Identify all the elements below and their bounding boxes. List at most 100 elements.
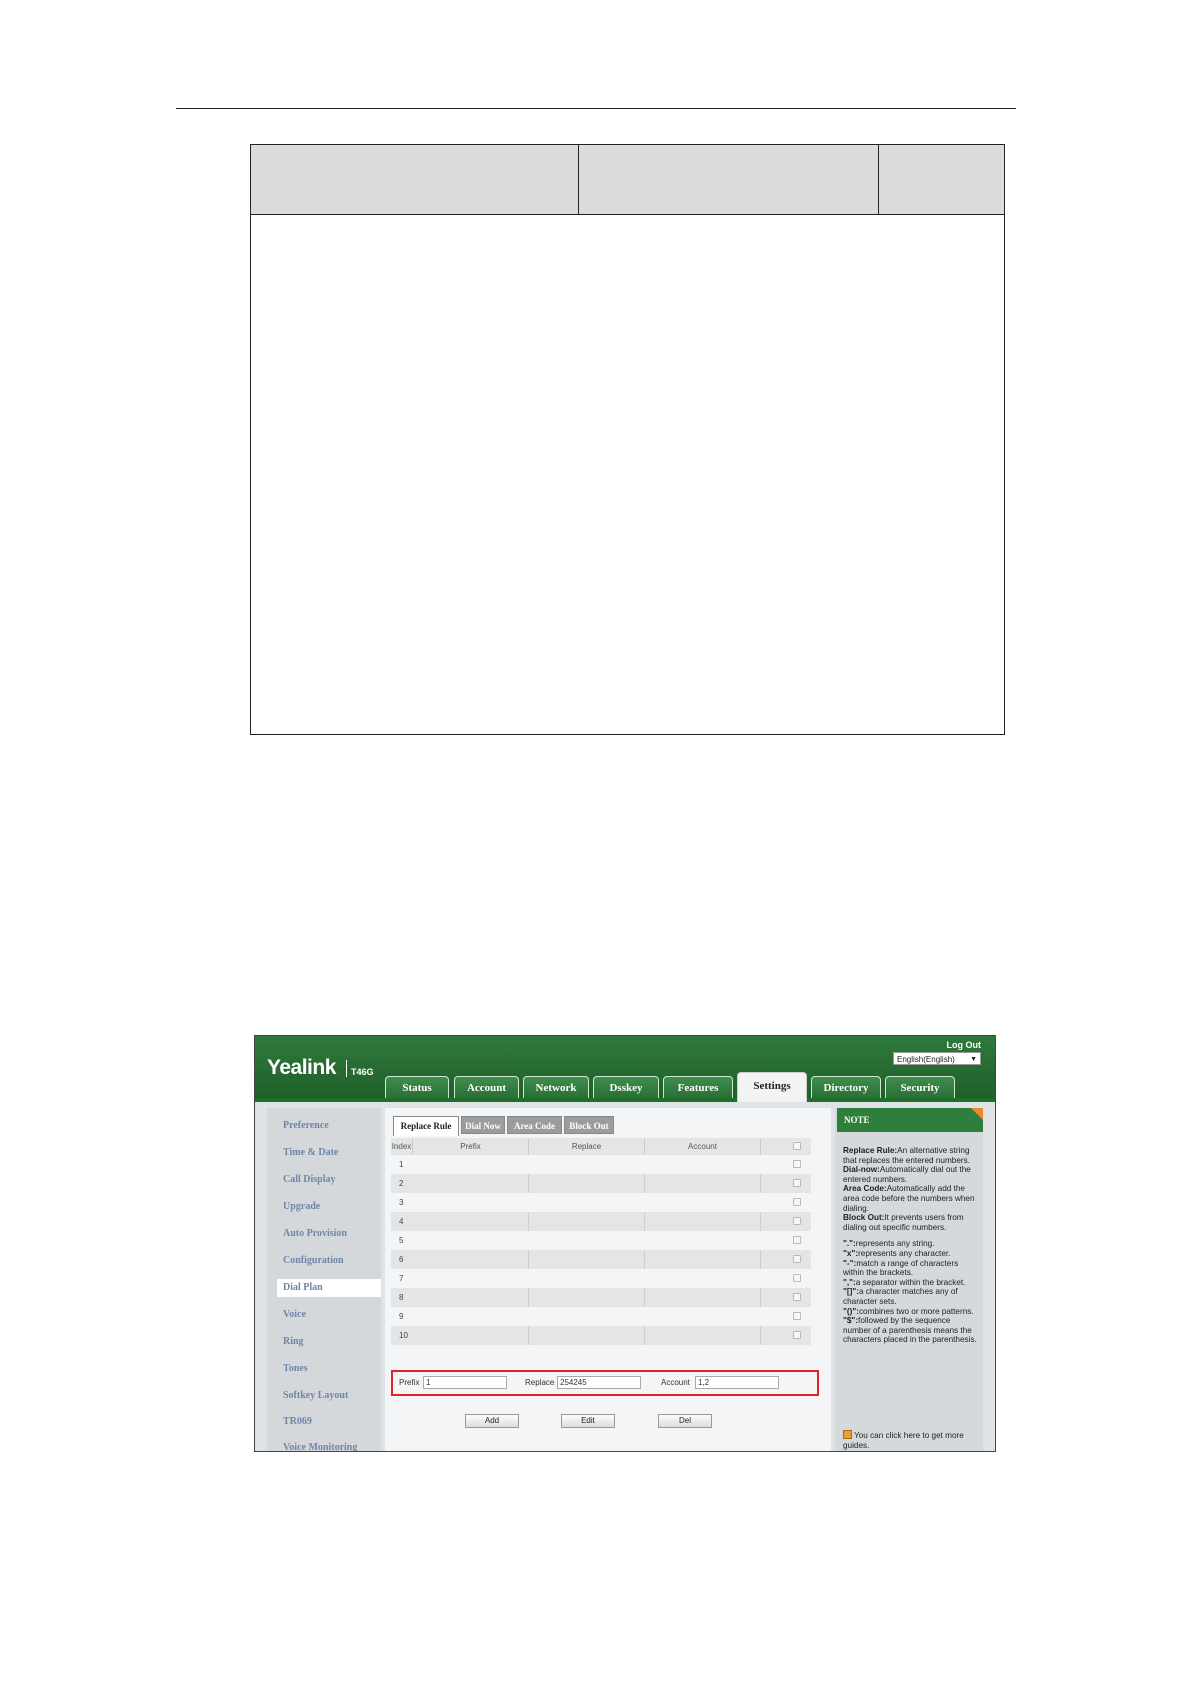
- row-index: 9: [399, 1312, 404, 1321]
- edit-button[interactable]: Edit: [561, 1414, 615, 1428]
- row-checkbox[interactable]: [793, 1179, 801, 1187]
- sidebar-item-dial-plan[interactable]: Dial Plan: [277, 1279, 381, 1297]
- row-checkbox[interactable]: [793, 1236, 801, 1244]
- row-replace-cell: [529, 1269, 645, 1288]
- more-guides-link[interactable]: You can click here to get more guides.: [843, 1430, 977, 1451]
- pattern-term: ".":: [843, 1239, 856, 1249]
- row-checkbox[interactable]: [793, 1293, 801, 1301]
- add-button[interactable]: Add: [465, 1414, 519, 1428]
- note-corner-icon: [971, 1108, 983, 1120]
- column-header-index: Index: [391, 1138, 413, 1155]
- row-account-cell: [645, 1326, 761, 1345]
- row-checkbox[interactable]: [793, 1331, 801, 1339]
- dropdown-arrow-icon: ▼: [970, 1056, 977, 1063]
- language-select[interactable]: English(English) ▼: [893, 1052, 981, 1065]
- book-icon: [843, 1430, 852, 1439]
- header-cell-3: [879, 145, 1004, 214]
- rule-entry-form: Prefix 1 Replace 254245 Account 1,2: [391, 1370, 819, 1396]
- row-prefix-cell: [413, 1269, 529, 1288]
- table-row[interactable]: 1: [391, 1155, 811, 1174]
- tab-features[interactable]: Features: [663, 1076, 733, 1098]
- row-index: 2: [399, 1179, 404, 1188]
- row-index: 1: [399, 1160, 404, 1169]
- sidebar-item-preference[interactable]: Preference: [283, 1120, 329, 1131]
- row-index: 6: [399, 1255, 404, 1264]
- row-checkbox[interactable]: [793, 1255, 801, 1263]
- tab-dsskey[interactable]: Dsskey: [593, 1076, 659, 1098]
- row-prefix-cell: [413, 1155, 529, 1174]
- table-row[interactable]: 5: [391, 1231, 811, 1250]
- row-index: 5: [399, 1236, 404, 1245]
- row-index: 4: [399, 1217, 404, 1226]
- select-all-checkbox[interactable]: [793, 1142, 801, 1150]
- pattern-text: represents any character.: [858, 1248, 951, 1258]
- note-patterns: ".":represents any string. "x":represent…: [843, 1239, 977, 1345]
- tab-network[interactable]: Network: [523, 1076, 589, 1098]
- sidebar-item-voice-monitoring[interactable]: Voice Monitoring: [283, 1442, 357, 1451]
- subtab-area-code[interactable]: Area Code: [507, 1116, 562, 1134]
- row-prefix-cell: [413, 1193, 529, 1212]
- language-value: English(English): [897, 1055, 955, 1064]
- account-input[interactable]: 1,2: [695, 1376, 779, 1389]
- tab-security[interactable]: Security: [885, 1076, 955, 1098]
- row-prefix-cell: [413, 1212, 529, 1231]
- row-prefix-cell: [413, 1231, 529, 1250]
- def-term: Block Out:: [843, 1213, 885, 1223]
- subtab-dial-now[interactable]: Dial Now: [461, 1116, 505, 1134]
- table-row[interactable]: 4: [391, 1212, 811, 1231]
- pattern-text: combines two or more patterns.: [858, 1306, 974, 1316]
- tab-settings[interactable]: Settings: [737, 1072, 807, 1102]
- sidebar-item-call-display[interactable]: Call Display: [283, 1174, 336, 1185]
- row-replace-cell: [529, 1193, 645, 1212]
- row-checkbox[interactable]: [793, 1274, 801, 1282]
- dial-plan-panel: Replace Rule Dial Now Area Code Block Ou…: [385, 1108, 831, 1451]
- note-panel: NOTE Replace Rule:An alternative string …: [835, 1108, 983, 1451]
- row-account-cell: [645, 1250, 761, 1269]
- table-row[interactable]: 7: [391, 1269, 811, 1288]
- subtab-replace-rule[interactable]: Replace Rule: [393, 1116, 459, 1136]
- sidebar-item-tr069[interactable]: TR069: [283, 1416, 312, 1427]
- sidebar-item-tones[interactable]: Tones: [283, 1363, 308, 1374]
- row-replace-cell: [529, 1250, 645, 1269]
- pattern-term: "x":: [843, 1248, 859, 1258]
- prefix-input[interactable]: 1: [423, 1376, 507, 1389]
- replace-label: Replace: [525, 1378, 555, 1387]
- pattern-text: match a range of characters within the b…: [843, 1258, 959, 1278]
- def-term: Dial-now:: [843, 1165, 880, 1175]
- sidebar-item-softkey-layout[interactable]: Softkey Layout: [283, 1390, 348, 1401]
- row-checkbox[interactable]: [793, 1198, 801, 1206]
- table-row[interactable]: 8: [391, 1288, 811, 1307]
- row-replace-cell: [529, 1231, 645, 1250]
- tab-status[interactable]: Status: [385, 1076, 449, 1098]
- sidebar-item-auto-provision[interactable]: Auto Provision: [283, 1228, 347, 1239]
- table-row[interactable]: 2: [391, 1174, 811, 1193]
- pattern-term: "()":: [843, 1306, 859, 1316]
- web-ui-screenshot: Yealink T46G Log Out English(English) ▼ …: [254, 1035, 996, 1452]
- tab-account[interactable]: Account: [454, 1076, 519, 1098]
- row-prefix-cell: [413, 1250, 529, 1269]
- table-row[interactable]: 3: [391, 1193, 811, 1212]
- sidebar-item-configuration[interactable]: Configuration: [283, 1255, 344, 1266]
- sidebar-item-upgrade[interactable]: Upgrade: [283, 1201, 320, 1212]
- sidebar-item-ring[interactable]: Ring: [283, 1336, 304, 1347]
- sidebar-item-time-date[interactable]: Time & Date: [283, 1147, 338, 1158]
- sidebar-item-voice[interactable]: Voice: [283, 1309, 306, 1320]
- column-header-prefix: Prefix: [413, 1138, 529, 1155]
- logout-link[interactable]: Log Out: [947, 1040, 982, 1050]
- column-header-replace: Replace: [529, 1138, 645, 1155]
- logo-separator: [346, 1060, 347, 1077]
- tab-directory[interactable]: Directory: [811, 1076, 881, 1098]
- subtab-block-out[interactable]: Block Out: [564, 1116, 614, 1134]
- row-checkbox[interactable]: [793, 1312, 801, 1320]
- table-row[interactable]: 9: [391, 1307, 811, 1326]
- row-checkbox[interactable]: [793, 1217, 801, 1225]
- table-row[interactable]: 10: [391, 1326, 811, 1345]
- pattern-term: "-":: [843, 1258, 857, 1268]
- row-account-cell: [645, 1212, 761, 1231]
- pattern-text: a character matches any of character set…: [843, 1287, 958, 1306]
- replace-input[interactable]: 254245: [557, 1376, 641, 1389]
- row-replace-cell: [529, 1326, 645, 1345]
- del-button[interactable]: Del: [658, 1414, 712, 1428]
- row-checkbox[interactable]: [793, 1160, 801, 1168]
- table-row[interactable]: 6: [391, 1250, 811, 1269]
